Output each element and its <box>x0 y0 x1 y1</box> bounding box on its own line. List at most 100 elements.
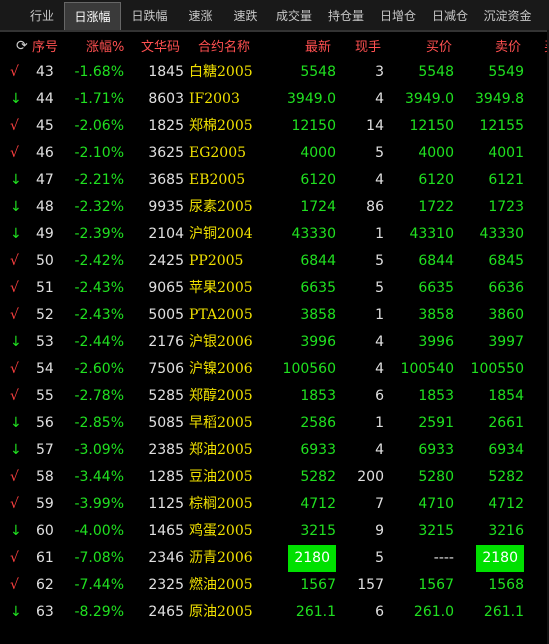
table-row[interactable]: ↓ 47 -2.21% 3685 EB2005 6120 4 6120 6121 <box>0 167 549 194</box>
last-price: 3949.0 <box>287 91 336 107</box>
col-change[interactable]: 涨幅% <box>86 36 124 55</box>
tab-0[interactable]: 行业 <box>20 2 64 30</box>
volume: 4 <box>375 361 384 377</box>
tab-2[interactable]: 日跌幅 <box>121 2 178 30</box>
code: 2176 <box>148 334 184 350</box>
tab-7[interactable]: 日增仓 <box>372 2 424 30</box>
down-arrow-icon: ↓ <box>10 415 22 431</box>
table-row[interactable]: √ 51 -2.43% 9065 苹果2005 6635 5 6635 6636 <box>0 275 549 302</box>
check-arrow-icon: √ <box>10 361 19 377</box>
ask-price: 2661 <box>488 415 524 431</box>
change: -2.44% <box>74 334 124 350</box>
col-seq[interactable]: 序号 <box>32 36 58 55</box>
last-price: 3996 <box>300 334 336 350</box>
code: 9935 <box>148 199 184 215</box>
bid-price: 1853 <box>418 388 454 404</box>
check-arrow-icon: √ <box>10 280 19 296</box>
down-arrow-icon: ↓ <box>10 334 22 350</box>
tab-8[interactable]: 日减仓 <box>424 2 476 30</box>
table-row[interactable]: ↓ 57 -3.09% 2385 郑油2005 6933 4 6933 6934 <box>0 437 549 464</box>
tab-5[interactable]: 成交量 <box>268 2 320 30</box>
down-arrow-icon: ↓ <box>10 523 22 539</box>
col-code[interactable]: 文华码 <box>141 36 180 55</box>
tab-9[interactable]: 沉淀资金 <box>476 2 539 30</box>
table-row[interactable]: √ 50 -2.42% 2425 PP2005 6844 5 6844 6845 <box>0 248 549 275</box>
last-price: 12150 <box>291 118 336 134</box>
volume: 1 <box>375 307 384 323</box>
table-row[interactable]: √ 46 -2.10% 3625 EG2005 4000 5 4000 4001 <box>0 140 549 167</box>
col-vol[interactable]: 现手 <box>355 36 381 55</box>
col-last[interactable]: 最新 <box>305 36 331 55</box>
code: 3625 <box>148 145 184 161</box>
down-arrow-icon: ↓ <box>10 226 22 242</box>
table-row[interactable]: √ 55 -2.78% 5285 郑醇2005 1853 6 1853 1854 <box>0 383 549 410</box>
code: 2385 <box>148 442 184 458</box>
table-row[interactable]: √ 45 -2.06% 1825 郑棉2005 12150 14 12150 12155 <box>0 113 549 140</box>
table-row[interactable]: √ 59 -3.99% 1125 棕榈2005 4712 7 4710 4712 <box>0 491 549 518</box>
tab-6[interactable]: 持仓量 <box>320 2 372 30</box>
check-arrow-icon: √ <box>10 118 19 134</box>
last-price: 3858 <box>300 307 336 323</box>
tab-4[interactable]: 速跌 <box>223 2 268 30</box>
seq: 43 <box>36 64 54 80</box>
seq: 60 <box>36 523 54 539</box>
contract-name: 鸡蛋2005 <box>189 523 253 539</box>
col-bid[interactable]: 买价 <box>426 36 452 55</box>
code: 2346 <box>148 550 184 566</box>
col-name[interactable]: 合约名称 <box>198 36 250 55</box>
tab-1[interactable]: 日涨幅 <box>64 2 121 30</box>
table-row[interactable]: √ 54 -2.60% 7506 沪镍2006 100560 4 100540 100550 <box>0 356 549 383</box>
bid-price: 6844 <box>418 253 454 269</box>
table-row[interactable]: ↓ 63 -8.29% 2465 原油2005 261.1 6 261.0 261.1 <box>0 599 549 626</box>
code: 1465 <box>148 523 184 539</box>
ask-price: 43330 <box>479 226 524 242</box>
table-row[interactable]: ↓ 53 -2.44% 2176 沪银2006 3996 4 3996 3997 <box>0 329 549 356</box>
contract-name: 沪银2006 <box>189 334 253 350</box>
contract-name: EG2005 <box>189 145 247 161</box>
volume: 157 <box>357 577 384 593</box>
change: -2.21% <box>74 172 124 188</box>
change: -2.10% <box>74 145 124 161</box>
table-row[interactable]: ↓ 44 -1.71% 8603 IF2003 3949.0 4 3949.0 3949.8 <box>0 86 549 113</box>
table-row[interactable]: √ 61 -7.08% 2346 沥青2006 2180 5 ---- 2180 <box>0 545 549 572</box>
code: 2325 <box>148 577 184 593</box>
change: -4.00% <box>74 523 124 539</box>
col-ask[interactable]: 卖价 <box>495 36 521 55</box>
code: 1845 <box>148 64 184 80</box>
table-row[interactable]: ↓ 49 -2.39% 2104 沪铜2004 43330 1 43310 43330 <box>0 221 549 248</box>
ask-price: 6636 <box>488 280 524 296</box>
table-row[interactable]: √ 58 -3.44% 1285 豆油2005 5282 200 5280 5282 <box>0 464 549 491</box>
refresh-icon[interactable]: ⟳ <box>16 38 28 54</box>
contract-name: IF2003 <box>189 91 240 107</box>
table-row[interactable]: √ 62 -7.44% 2325 燃油2005 1567 157 1567 1568 <box>0 572 549 599</box>
down-arrow-icon: ↓ <box>10 91 22 107</box>
code: 1285 <box>148 469 184 485</box>
ask-price: 3949.8 <box>475 91 524 107</box>
contract-name: 苹果2005 <box>189 280 253 296</box>
ask-price: 6934 <box>488 442 524 458</box>
table-row[interactable]: √ 52 -2.43% 5005 PTA2005 3858 1 3858 3860 <box>0 302 549 329</box>
contract-name: 棕榈2005 <box>189 496 253 512</box>
last-price: 1724 <box>300 199 336 215</box>
change: -2.43% <box>74 307 124 323</box>
table-row[interactable]: ↓ 60 -4.00% 1465 鸡蛋2005 3215 9 3215 3216 <box>0 518 549 545</box>
ask-price: 3860 <box>488 307 524 323</box>
change: -3.09% <box>74 442 124 458</box>
contract-name: PTA2005 <box>189 307 253 323</box>
contract-name: 燃油2005 <box>189 577 253 593</box>
volume: 200 <box>357 469 384 485</box>
table-row[interactable]: ↓ 56 -2.85% 5085 早稻2005 2586 1 2591 2661 <box>0 410 549 437</box>
volume: 4 <box>375 172 384 188</box>
last-price: 6120 <box>300 172 336 188</box>
table-row[interactable]: √ 43 -1.68% 1845 白糖2005 5548 3 5548 5549 <box>0 59 549 86</box>
down-arrow-icon: ↓ <box>10 604 22 620</box>
table-row[interactable]: ↓ 48 -2.32% 9935 尿素2005 1724 86 1722 1723 <box>0 194 549 221</box>
contract-name: PP2005 <box>189 253 244 269</box>
tab-3[interactable]: 速涨 <box>178 2 223 30</box>
change: -2.85% <box>74 415 124 431</box>
contract-name: 豆油2005 <box>189 469 253 485</box>
change: -8.29% <box>74 604 124 620</box>
ask-price: 1723 <box>488 199 524 215</box>
last-price: 6844 <box>300 253 336 269</box>
last-price: 3215 <box>300 523 336 539</box>
